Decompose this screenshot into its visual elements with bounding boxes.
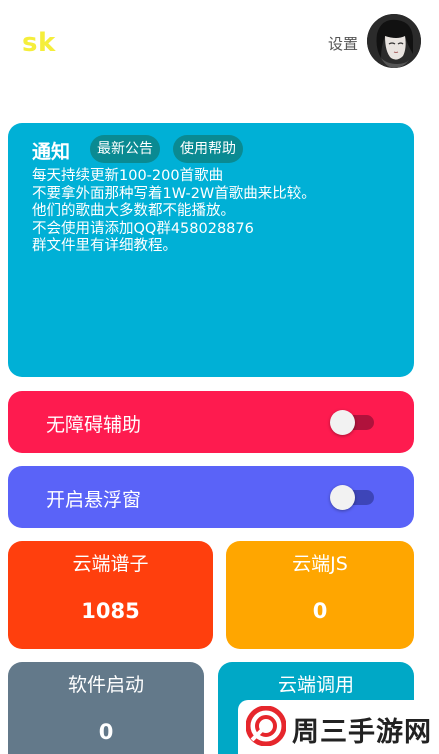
latest-announcement-chip[interactable]: 最新公告 <box>90 135 160 163</box>
watermark-text: 周三手游网 <box>292 717 432 748</box>
notice-line: 每天持续更新100-200首歌曲 <box>32 168 224 184</box>
tile-value: 0 <box>98 720 114 744</box>
floating-window-toggle-row[interactable]: 开启悬浮窗 <box>8 466 414 528</box>
notice-body: 每天持续更新100-200首歌曲 不要拿外面那种写着1W-2W首歌曲来比较。 他… <box>32 168 402 256</box>
switch-thumb <box>330 410 355 435</box>
avatar[interactable] <box>367 14 421 68</box>
tile-label: 云端谱子 <box>72 553 149 575</box>
accessibility-label: 无障碍辅助 <box>46 414 142 436</box>
accessibility-toggle-row[interactable]: 无障碍辅助 <box>8 391 414 453</box>
floating-window-switch[interactable] <box>330 484 376 510</box>
anime-girl-avatar-icon <box>367 14 421 68</box>
watermark-logo-icon <box>246 706 286 746</box>
cloud-js-tile[interactable]: 云端JS 0 <box>226 541 414 649</box>
watermark: 周三手游网 <box>238 700 439 754</box>
tile-label: 云端JS <box>292 553 348 575</box>
settings-link[interactable]: 设置 <box>328 33 358 54</box>
notice-card: 通知 最新公告 使用帮助 每天持续更新100-200首歌曲 不要拿外面那种写着1… <box>8 123 414 377</box>
notice-line: 不会使用请添加QQ群458028876 <box>32 220 254 237</box>
software-launch-tile[interactable]: 软件启动 0 <box>8 662 204 754</box>
notice-line: 群文件里有详细教程。 <box>32 238 177 254</box>
notice-line: 他们的歌曲大多数都不能播放。 <box>32 203 235 219</box>
app-logo: sk <box>22 28 56 58</box>
switch-thumb <box>330 485 355 510</box>
tile-value: 0 <box>312 599 328 623</box>
tile-label: 云端调用 <box>277 674 354 696</box>
tile-label: 软件启动 <box>67 674 144 696</box>
notice-title: 通知 <box>32 141 71 163</box>
cloud-score-tile[interactable]: 云端谱子 1085 <box>8 541 213 649</box>
tile-value: 1085 <box>81 599 140 623</box>
notice-line: 不要拿外面那种写着1W-2W首歌曲来比较。 <box>32 185 316 202</box>
usage-help-chip[interactable]: 使用帮助 <box>173 135 243 163</box>
floating-window-label: 开启悬浮窗 <box>46 489 142 511</box>
accessibility-switch[interactable] <box>330 409 376 435</box>
